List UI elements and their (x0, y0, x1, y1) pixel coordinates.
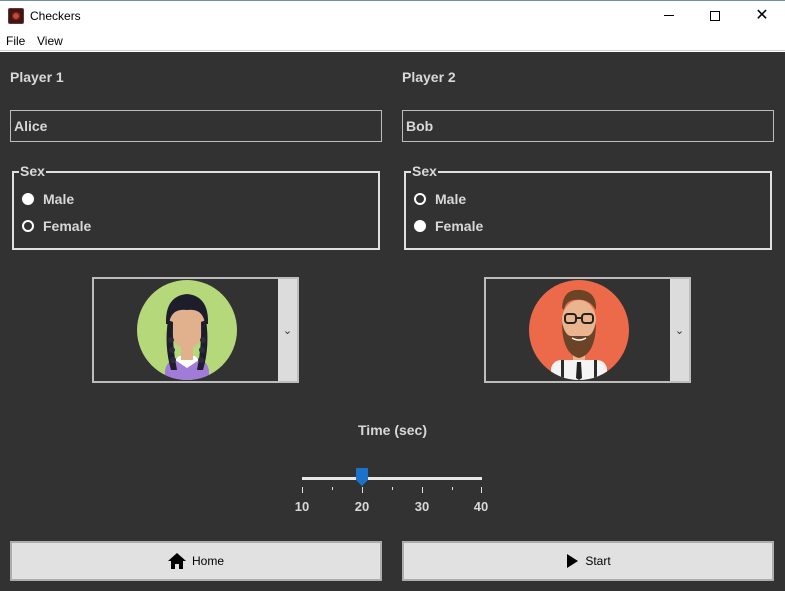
checkers-app-icon (8, 8, 24, 24)
maximize-button[interactable] (692, 0, 738, 31)
radio-unselected-icon (414, 193, 426, 205)
slider-thumb[interactable] (356, 468, 368, 486)
start-button[interactable]: Start (402, 541, 774, 581)
home-button-label: Home (191, 554, 224, 568)
home-icon (167, 553, 186, 569)
tick-minor (392, 487, 393, 490)
tick-label: 40 (473, 499, 489, 514)
player1-male-radio[interactable]: Male (22, 191, 74, 207)
tick-label: 20 (354, 499, 370, 514)
chevron-down-icon[interactable]: ⌄ (670, 279, 689, 381)
close-button[interactable]: ✕ (739, 0, 785, 31)
home-button[interactable]: Home (10, 541, 382, 581)
chevron-down-icon[interactable]: ⌄ (278, 279, 297, 381)
time-slider[interactable] (302, 477, 482, 480)
player1-female-radio[interactable]: Female (22, 218, 91, 234)
player1-avatar (94, 279, 280, 381)
window-title: Checkers (30, 9, 81, 23)
minimize-icon (664, 15, 674, 16)
woman-avatar-icon (137, 280, 237, 380)
tick-label: 30 (414, 499, 430, 514)
tick-label: 10 (294, 499, 310, 514)
player1-male-label: Male (43, 191, 75, 207)
player2-female-radio[interactable]: Female (414, 218, 483, 234)
play-icon (567, 554, 579, 568)
player1-label: Player 1 (10, 69, 64, 85)
minimize-button-main[interactable] (646, 0, 692, 31)
radio-selected-icon (22, 193, 34, 205)
player2-male-label: Male (435, 191, 467, 207)
player1-avatar-combobox[interactable]: ⌄ (92, 277, 299, 383)
radio-unselected-icon (22, 220, 34, 232)
tick-major (422, 487, 423, 493)
menu-view[interactable]: View (37, 34, 63, 48)
close-icon: ✕ (755, 6, 769, 24)
player2-sex-legend: Sex (411, 163, 438, 179)
player2-name-input[interactable]: Bob (402, 110, 774, 142)
player2-male-radio[interactable]: Male (414, 191, 466, 207)
tick-minor (332, 487, 333, 490)
player1-female-label: Female (43, 218, 92, 234)
player1-sex-group: Sex Male Female (12, 163, 380, 250)
tick-major (362, 487, 363, 493)
tick-major (481, 487, 482, 493)
tick-major (302, 487, 303, 493)
player2-label: Player 2 (402, 69, 456, 85)
tick-minor (452, 487, 453, 490)
main-content: Player 1 Alice Sex Male Female ⌄ Player … (0, 52, 785, 591)
player2-avatar (486, 279, 672, 381)
player1-name-input[interactable]: Alice (10, 110, 382, 142)
bearded-man-avatar-icon (529, 280, 629, 380)
player2-female-label: Female (435, 218, 484, 234)
maximize-icon (710, 10, 720, 21)
player2-avatar-combobox[interactable]: ⌄ (484, 277, 691, 383)
player1-sex-legend: Sex (19, 163, 46, 179)
radio-selected-icon (414, 220, 426, 232)
start-button-label: Start (585, 554, 611, 568)
player2-sex-group: Sex Male Female (404, 163, 772, 250)
menu-bar: File View (0, 31, 785, 51)
time-label: Time (sec) (358, 422, 427, 438)
menu-file[interactable]: File (6, 34, 25, 48)
